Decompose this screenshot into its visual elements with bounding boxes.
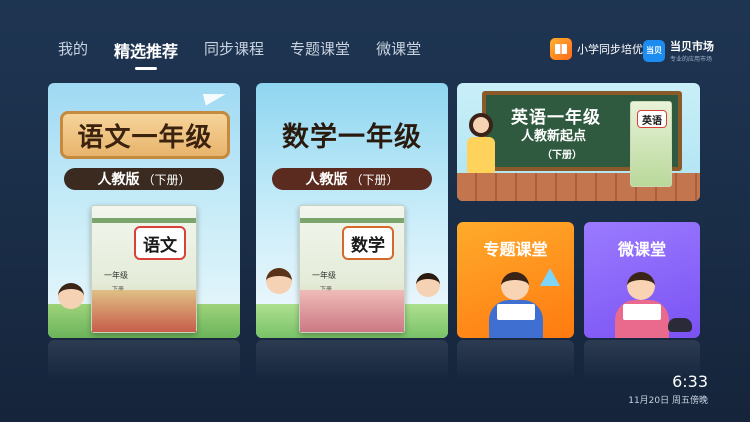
card-title: 语文一年级	[60, 111, 230, 159]
book-subject-badge: 语文	[134, 226, 186, 260]
cover-band	[300, 218, 404, 223]
card-math-grade1[interactable]: 数学一年级 人教版 （下册） 数学 一年级 下册	[256, 83, 448, 338]
edition-pill: 人教版 （下册）	[64, 168, 224, 190]
book-icon	[555, 44, 567, 54]
girl-illustration	[465, 113, 497, 175]
figure-head	[627, 272, 655, 300]
clock-time: 6:33	[672, 372, 708, 391]
open-book-icon	[496, 304, 535, 320]
textbook-cover: 英语	[630, 101, 672, 187]
girl-body	[467, 137, 495, 173]
nav-tab-sync-course[interactable]: 同步课程	[204, 38, 264, 62]
book-subject-badge: 数学	[342, 226, 394, 260]
figure-head	[500, 272, 529, 300]
card-reflection	[457, 340, 574, 380]
status-clock: 6:33 11月20日 周五傍晚	[628, 372, 708, 406]
textbook-cover: 语文 一年级 下册	[91, 205, 197, 333]
paper-plane-icon	[202, 88, 228, 106]
edition-label: 人教版	[97, 172, 140, 188]
app-logo-icon	[550, 38, 572, 60]
nav-tab-featured[interactable]: 精选推荐	[114, 38, 178, 62]
textbook-cover: 数学 一年级 下册	[299, 205, 405, 333]
reading-boy-illustration	[481, 268, 551, 338]
app-brand-label: 小学同步培优	[577, 43, 643, 56]
store-brand-sub: 专业的应用市场	[670, 56, 713, 63]
volume-label: （下册）	[142, 172, 191, 187]
book-grade: 一年级	[312, 271, 336, 280]
top-nav: 我的 精选推荐 同步课程 专题课堂 微课堂	[58, 38, 447, 62]
store-brand: 当贝 当贝市场 专业的应用市场	[643, 38, 714, 63]
cover-band	[92, 218, 196, 223]
book-subject-badge: 英语	[637, 110, 667, 128]
app-brand: 小学同步培优	[550, 38, 643, 60]
card-reflection	[256, 340, 448, 380]
card-english-grade1[interactable]: 英语一年级 人教新起点 （下册） 英语	[457, 83, 700, 201]
volume-label: （下册）	[350, 172, 399, 187]
tile-label: 专题课堂	[483, 240, 548, 259]
cover-illustration	[300, 290, 404, 332]
tile-micro-class[interactable]: 微课堂	[584, 222, 700, 338]
tile-topic-class[interactable]: 专题课堂	[457, 222, 574, 338]
store-logo-icon: 当贝	[643, 39, 665, 62]
cat-illustration	[668, 318, 692, 332]
card-subtitle: 人教新起点	[521, 129, 587, 144]
cover-illustration	[92, 290, 196, 332]
card-title: 数学一年级	[282, 122, 422, 153]
nav-tab-topic-class[interactable]: 专题课堂	[290, 38, 350, 62]
card-chinese-grade1[interactable]: 语文一年级 人教版 （下册） 语文 一年级 下册	[48, 83, 240, 338]
girl-head	[469, 113, 493, 137]
child-illustration	[58, 283, 84, 309]
tile-label: 微课堂	[617, 240, 666, 259]
edition-label: 人教版	[305, 172, 348, 188]
card-reflection	[48, 340, 240, 380]
book-grade: 一年级	[104, 271, 128, 280]
open-book-icon	[623, 304, 661, 320]
boy-illustration	[416, 273, 440, 297]
clock-date: 11月20日 周五傍晚	[628, 396, 708, 406]
reading-girl-illustration	[607, 268, 677, 338]
nav-tab-micro-class[interactable]: 微课堂	[376, 38, 421, 62]
store-brand-label: 当贝市场	[670, 40, 714, 53]
girl-illustration	[266, 268, 292, 294]
nav-tab-mine[interactable]: 我的	[58, 38, 88, 62]
edition-pill: 人教版 （下册）	[272, 168, 432, 190]
volume-label: （下册）	[542, 150, 582, 161]
